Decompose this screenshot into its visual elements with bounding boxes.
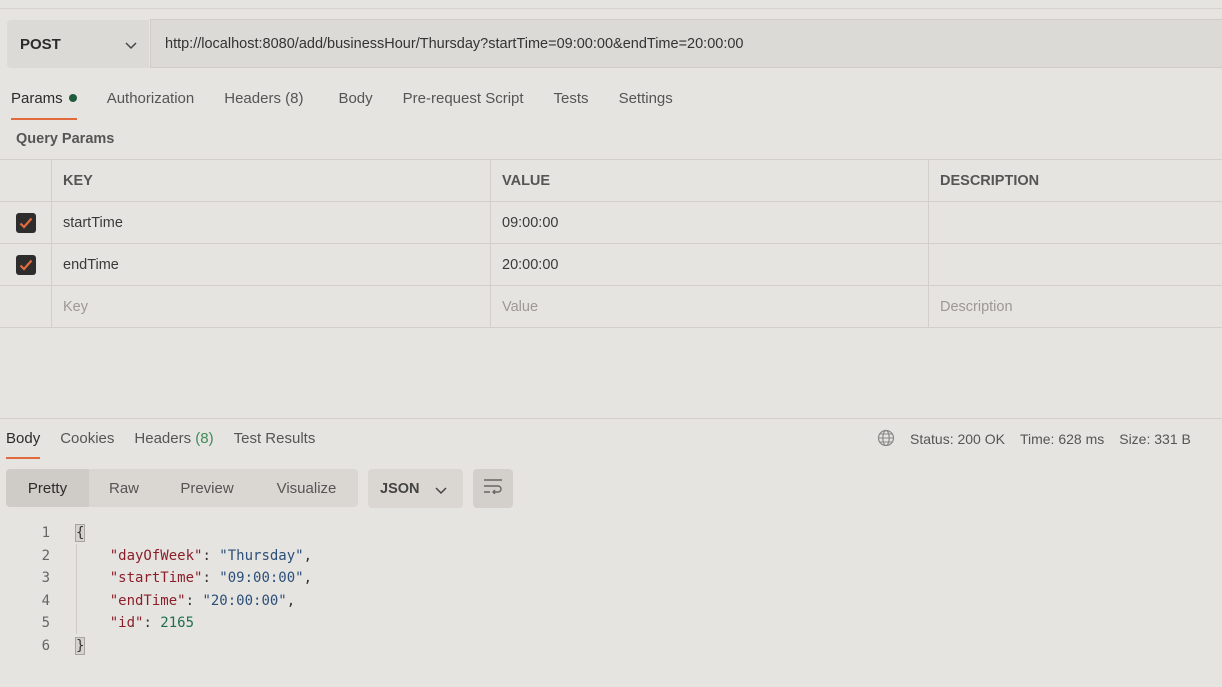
open-brace: { <box>74 524 86 542</box>
query-params-title: Query Params <box>16 131 115 147</box>
view-mode-group: Pretty Raw Preview Visualize <box>6 469 358 507</box>
chevron-down-icon <box>435 483 447 499</box>
wrap-lines-icon <box>483 478 503 499</box>
line-number: 2 <box>41 547 50 564</box>
request-tabs: Params Authorization Headers (8) Body Pr… <box>11 88 703 120</box>
tab-response-body[interactable]: Body <box>6 429 41 459</box>
tab-cookies[interactable]: Cookies <box>60 429 114 459</box>
json-key: "startTime" <box>109 570 203 587</box>
json-value: "20:00:00" <box>202 592 287 609</box>
globe-icon[interactable] <box>877 429 895 450</box>
param-description[interactable] <box>928 244 1222 285</box>
line-number: 5 <box>41 615 50 632</box>
check-cell <box>0 244 51 285</box>
response-headers-label: Headers <box>134 430 192 447</box>
comma: , <box>303 547 313 564</box>
params-indicator-dot <box>68 94 77 102</box>
method-label: POST <box>20 35 61 53</box>
checkmark-icon <box>19 217 32 229</box>
check-cell-empty <box>0 286 51 327</box>
table-row-new: Key Value Description <box>0 285 1222 328</box>
tab-test-results[interactable]: Test Results <box>234 429 316 459</box>
format-label: JSON <box>380 480 420 497</box>
status-code[interactable]: Status: 200 OK <box>910 431 1005 447</box>
chevron-down-icon <box>125 37 137 54</box>
param-value[interactable]: 09:00:00 <box>490 202 928 243</box>
response-size[interactable]: Size: 331 B <box>1119 431 1191 447</box>
view-pretty-button[interactable]: Pretty <box>6 469 89 507</box>
tab-params-label: Params <box>11 90 63 107</box>
column-header-value: VALUE <box>490 160 928 201</box>
method-select[interactable]: POST <box>7 20 149 68</box>
view-visualize-button[interactable]: Visualize <box>255 469 358 507</box>
tab-pre-request-script[interactable]: Pre-request Script <box>403 88 524 120</box>
tab-params[interactable]: Params <box>11 88 77 120</box>
tab-tests[interactable]: Tests <box>554 88 589 120</box>
param-description[interactable] <box>928 202 1222 243</box>
query-params-table: KEY VALUE DESCRIPTION startTime 09:00:00… <box>0 159 1222 328</box>
line-number: 6 <box>41 637 50 654</box>
json-key: "id" <box>109 615 144 632</box>
pane-divider[interactable] <box>0 418 1222 419</box>
checkmark-icon <box>19 259 32 271</box>
tab-response-headers[interactable]: Headers (8) <box>134 429 213 459</box>
new-description-input[interactable]: Description <box>928 286 1222 327</box>
comma: , <box>286 592 296 609</box>
comma: , <box>303 570 313 587</box>
format-select[interactable]: JSON <box>368 469 463 508</box>
json-key: "endTime" <box>109 592 186 609</box>
tab-settings[interactable]: Settings <box>619 88 673 120</box>
json-value: 2165 <box>160 615 195 632</box>
param-checkbox[interactable] <box>15 212 36 233</box>
new-value-input[interactable]: Value <box>490 286 928 327</box>
tab-body[interactable]: Body <box>338 88 372 120</box>
new-key-input[interactable]: Key <box>51 286 490 327</box>
top-divider <box>0 8 1222 9</box>
table-header-row: KEY VALUE DESCRIPTION <box>0 159 1222 201</box>
line-number: 3 <box>41 570 50 587</box>
json-value: "09:00:00" <box>219 570 304 587</box>
column-header-key: KEY <box>51 160 490 201</box>
param-checkbox[interactable] <box>15 254 36 275</box>
response-status-bar: Status: 200 OK Time: 628 ms Size: 331 B <box>877 429 1191 449</box>
view-preview-button[interactable]: Preview <box>159 469 255 507</box>
json-key: "dayOfWeek" <box>109 547 203 564</box>
response-tabs: Body Cookies Headers (8) Test Results <box>6 429 335 459</box>
param-key[interactable]: endTime <box>51 244 490 285</box>
table-row: endTime 20:00:00 <box>0 243 1222 285</box>
header-check-cell <box>0 160 51 201</box>
param-key[interactable]: startTime <box>51 202 490 243</box>
tab-headers[interactable]: Headers (8) <box>224 88 303 120</box>
line-number: 1 <box>41 525 50 541</box>
url-input[interactable]: http://localhost:8080/add/businessHour/T… <box>150 19 1222 68</box>
wrap-lines-button[interactable] <box>473 469 513 508</box>
tab-authorization[interactable]: Authorization <box>107 88 195 120</box>
close-brace: } <box>74 636 86 655</box>
json-value: "Thursday" <box>219 547 304 564</box>
table-row: startTime 09:00:00 <box>0 201 1222 243</box>
param-value[interactable]: 20:00:00 <box>490 244 928 285</box>
response-headers-count: (8) <box>195 430 214 447</box>
view-raw-button[interactable]: Raw <box>89 469 159 507</box>
line-number: 4 <box>41 592 50 609</box>
response-time[interactable]: Time: 628 ms <box>1020 431 1104 447</box>
column-header-description: DESCRIPTION <box>928 160 1222 201</box>
url-text: http://localhost:8080/add/businessHour/T… <box>165 35 744 52</box>
check-cell <box>0 202 51 243</box>
